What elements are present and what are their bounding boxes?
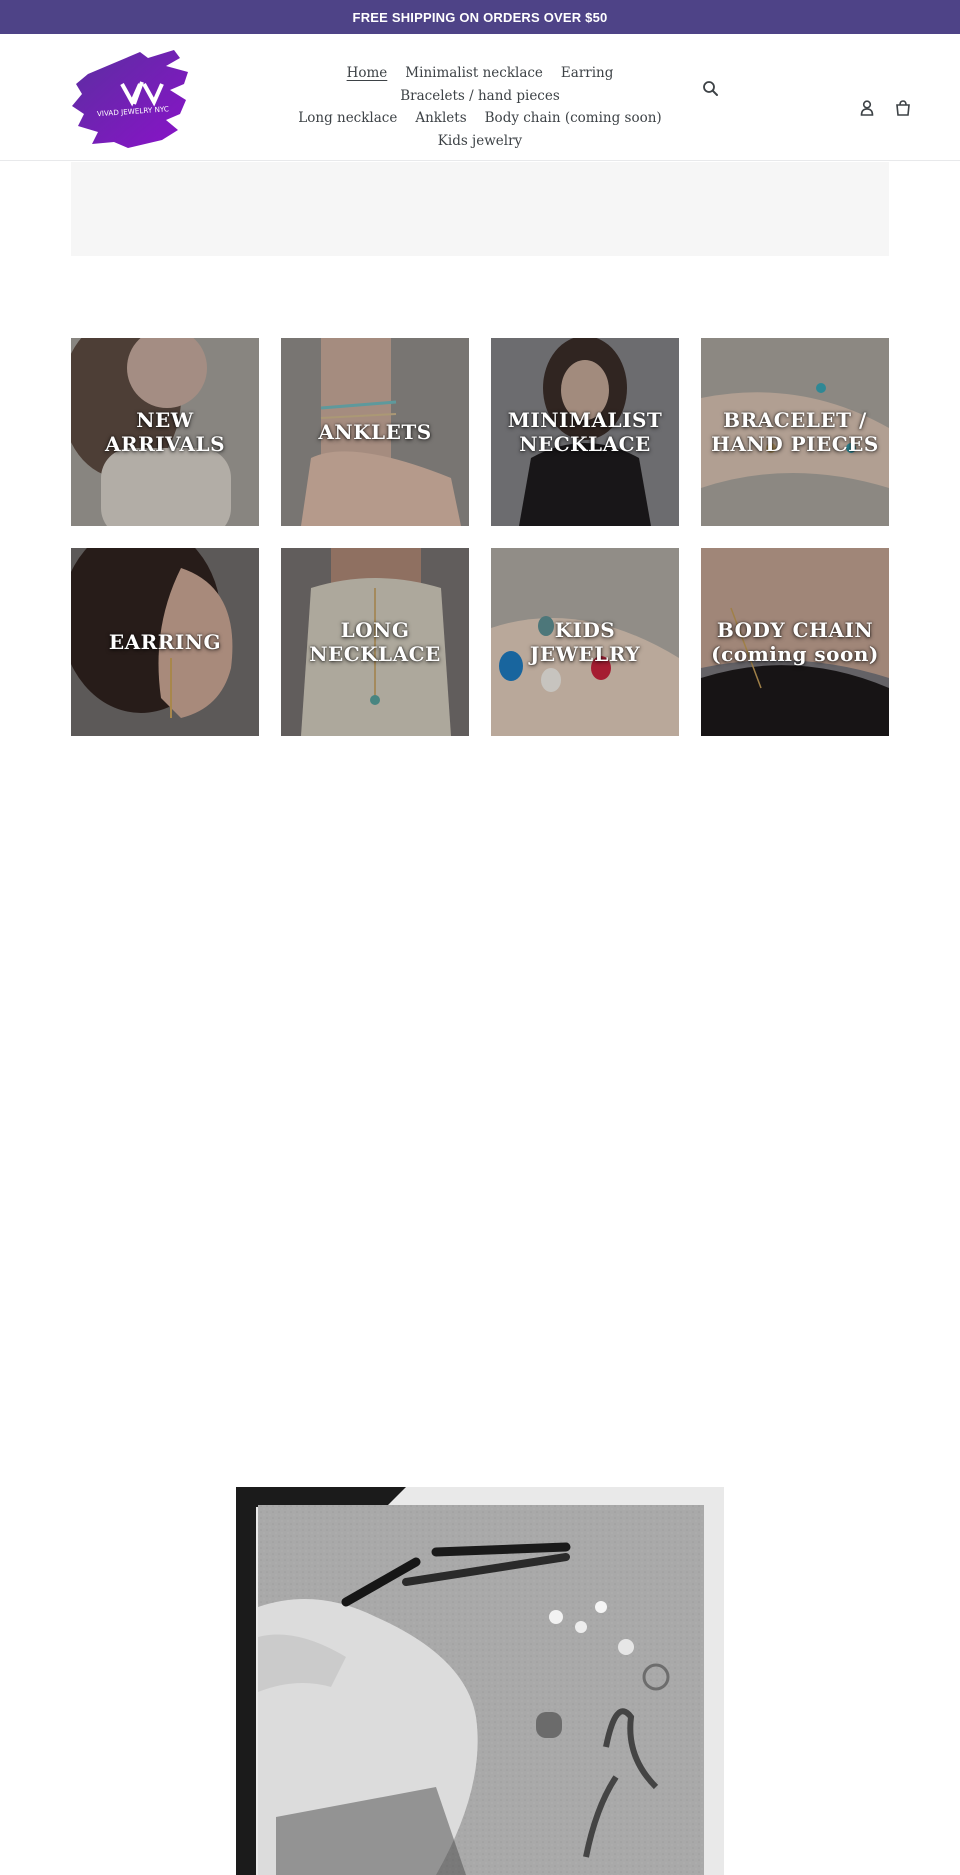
nav-item-kids-jewelry[interactable]: Kids jewelry bbox=[429, 130, 531, 153]
announcement-text: FREE SHIPPING ON ORDERS OVER $50 bbox=[352, 9, 608, 25]
account-icon[interactable] bbox=[857, 98, 877, 118]
collection-label: BODY CHAIN (coming soon) bbox=[711, 618, 879, 666]
collection-label: MINIMALIST NECKLACE bbox=[507, 408, 663, 456]
nav-item-anklets[interactable]: Anklets bbox=[406, 107, 475, 130]
collection-label: BRACELET / HAND PIECES bbox=[711, 408, 879, 456]
collection-tile-anklets[interactable]: ANKLETS bbox=[281, 338, 469, 526]
nav-item-body-chain[interactable]: Body chain (coming soon) bbox=[476, 107, 671, 130]
collection-label: ANKLETS bbox=[318, 420, 432, 444]
collection-label: KIDS JEWELRY bbox=[529, 618, 641, 666]
nav-item-home[interactable]: Home bbox=[338, 62, 397, 85]
nav-item-minimalist-necklace[interactable]: Minimalist necklace bbox=[396, 62, 552, 85]
nav-item-bracelets-hand-pieces[interactable]: Bracelets / hand pieces bbox=[391, 85, 569, 108]
jewelry-making-photo bbox=[236, 1487, 724, 1875]
collection-label: LONG NECKLACE bbox=[309, 618, 441, 666]
collection-tile-bracelet-hand-pieces[interactable]: BRACELET / HAND PIECES bbox=[701, 338, 889, 526]
announcement-bar: FREE SHIPPING ON ORDERS OVER $50 bbox=[0, 0, 960, 34]
main-navigation: Home Minimalist necklace Earring Bracele… bbox=[262, 62, 698, 152]
collection-tile-new-arrivals[interactable]: NEW ARRIVALS bbox=[71, 338, 259, 526]
collection-tile-body-chain[interactable]: BODY CHAIN (coming soon) bbox=[701, 548, 889, 736]
site-header: VIVAD JEWELRY NYC Home Minimalist neckla… bbox=[0, 34, 960, 161]
collection-label: EARRING bbox=[108, 630, 222, 654]
hero-placeholder bbox=[71, 162, 889, 256]
collection-tile-long-necklace[interactable]: LONG NECKLACE bbox=[281, 548, 469, 736]
search-icon[interactable] bbox=[701, 79, 721, 99]
cart-icon[interactable] bbox=[893, 98, 913, 118]
collection-tile-minimalist-necklace[interactable]: MINIMALIST NECKLACE bbox=[491, 338, 679, 526]
collection-tile-kids-jewelry[interactable]: KIDS JEWELRY bbox=[491, 548, 679, 736]
about-image bbox=[236, 1487, 724, 1875]
collection-label: NEW ARRIVALS bbox=[104, 408, 226, 456]
nav-item-long-necklace[interactable]: Long necklace bbox=[289, 107, 406, 130]
collection-tile-earring[interactable]: EARRING bbox=[71, 548, 259, 736]
brand-logo[interactable]: VIVAD JEWELRY NYC bbox=[70, 44, 192, 150]
logo-icon: VIVAD JEWELRY NYC bbox=[72, 50, 188, 148]
nav-item-earring[interactable]: Earring bbox=[552, 62, 622, 85]
